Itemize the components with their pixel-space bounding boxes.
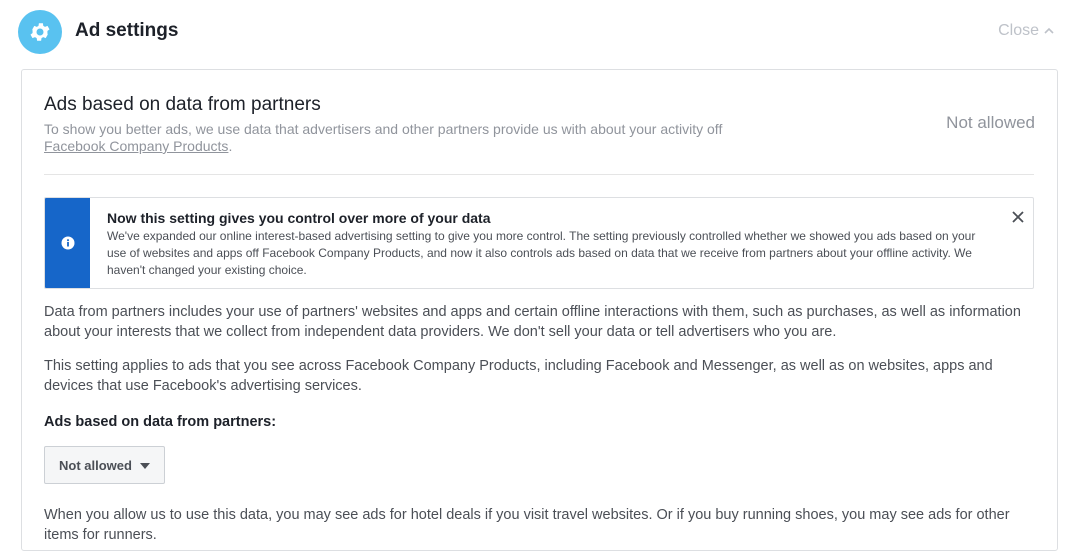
- dropdown-value: Not allowed: [59, 457, 132, 473]
- close-label: Close: [998, 22, 1039, 39]
- close-button[interactable]: Close: [998, 22, 1055, 40]
- section-description: To show you better ads, we use data that…: [44, 121, 844, 155]
- notice-title: Now this setting gives you control over …: [107, 210, 491, 226]
- gear-icon: [18, 10, 62, 54]
- settings-panel: Ads based on data from partners To show …: [21, 69, 1058, 551]
- notice-body: Now this setting gives you control over …: [107, 210, 987, 279]
- facebook-company-products-link[interactable]: Facebook Company Products: [44, 138, 228, 154]
- close-icon: [1012, 211, 1024, 223]
- notice-strip: [45, 198, 90, 288]
- paragraph-data-from-partners: Data from partners includes your use of …: [44, 304, 1021, 340]
- notice-text: We've expanded our online interest-based…: [107, 229, 976, 277]
- caret-down-icon: [139, 458, 150, 473]
- paragraph-example: When you allow us to use this data, you …: [44, 507, 1010, 543]
- setting-status: Not allowed: [946, 113, 1035, 132]
- section-title: Ads based on data from partners: [44, 94, 321, 115]
- paragraph-setting-applies: This setting applies to ads that you see…: [44, 358, 993, 394]
- info-notice: Now this setting gives you control over …: [44, 197, 1034, 289]
- section-description-text: To show you better ads, we use data that…: [44, 121, 723, 137]
- dismiss-notice-button[interactable]: [1011, 210, 1025, 224]
- section-header: Ads based on data from partners To show …: [44, 94, 844, 155]
- page-title: Ad settings: [75, 20, 179, 41]
- chevron-up-icon: [1044, 27, 1054, 34]
- ad-settings-header: Ad settings Close: [0, 0, 1073, 64]
- info-icon: [61, 236, 74, 250]
- setting-label: Ads based on data from partners:: [44, 414, 277, 430]
- section-description-suffix: .: [228, 138, 233, 154]
- divider: [44, 174, 1034, 175]
- ads-partners-dropdown[interactable]: Not allowed: [44, 446, 165, 484]
